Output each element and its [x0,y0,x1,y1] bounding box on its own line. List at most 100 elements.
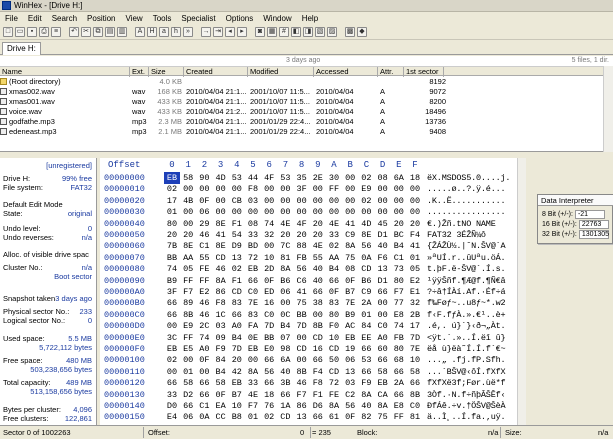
hex-byte[interactable]: 08 [245,218,261,230]
hex-byte[interactable]: CC [213,411,229,423]
hex-byte[interactable]: F8 [245,183,261,195]
hex-byte[interactable]: 00 [294,332,310,344]
hex-byte[interactable]: 58 [180,377,196,389]
hex-byte[interactable]: 00 [294,195,310,207]
hex-byte[interactable]: 00 [326,206,342,218]
hex-byte[interactable]: EB [164,172,180,184]
hex-byte[interactable]: 17 [407,320,423,332]
hex-byte[interactable]: 81 [277,252,293,264]
hex-byte[interactable]: 32 [261,229,277,241]
hex-byte[interactable]: 01 [358,309,374,321]
hex-byte[interactable]: 02 [326,240,342,252]
hex-byte[interactable]: 53 [229,172,245,184]
col-header-created[interactable]: Created [184,67,248,77]
hex-byte[interactable]: B4 [391,240,407,252]
hex-byte[interactable]: 18 [261,389,277,401]
hex-byte[interactable]: 75 [294,297,310,309]
hex-byte[interactable]: 8E [213,218,229,230]
hex-byte[interactable]: CA [375,389,391,401]
hex-byte[interactable]: E8 [391,309,407,321]
hex-ascii[interactable]: f‰Føƒ~..u8ƒ~*.w2 [427,297,519,309]
hex-byte[interactable]: 66 [375,354,391,366]
hex-byte[interactable]: E9 [358,183,374,195]
hex-byte[interactable]: 00 [391,195,407,207]
hex-byte[interactable]: 08 [375,172,391,184]
hex-byte[interactable]: 72 [245,252,261,264]
hex-byte[interactable]: 40 [358,400,374,412]
hex-byte[interactable]: 00 [277,195,293,207]
hex-byte[interactable]: C0 [375,320,391,332]
hex-byte[interactable]: 58 [375,366,391,378]
hex-byte[interactable]: 00 [180,218,196,230]
hex-byte[interactable]: 6A [277,354,293,366]
hex-byte[interactable]: FF [391,411,407,423]
hex-byte[interactable]: 10 [407,354,423,366]
hex-byte[interactable]: 00 [294,354,310,366]
hex-byte[interactable]: 1C [213,309,229,321]
hex-byte[interactable]: 0F [342,275,358,287]
hex-byte[interactable]: 01 [180,366,196,378]
hex-byte[interactable]: BB [294,309,310,321]
hex-byte[interactable]: 08 [342,263,358,275]
hex-byte[interactable]: FF [180,275,196,287]
hex-byte[interactable]: 66 [375,286,391,298]
hex-byte[interactable]: 20 [310,218,326,230]
hex-byte[interactable]: 00 [407,195,423,207]
menu-tools[interactable]: Tools [148,14,177,23]
hex-byte[interactable]: 0F [342,411,358,423]
hex-byte[interactable]: F6 [375,252,391,264]
hex-byte[interactable]: 01 [164,206,180,218]
hex-byte[interactable]: 66 [391,366,407,378]
hex-byte[interactable]: A0 [375,332,391,344]
hex-ascii[interactable]: ...„ .fj.fP.Sfh. [427,354,519,366]
hex-ascii[interactable]: <ÿt.´.»..Í.ëî û} [427,332,519,344]
hex-byte[interactable]: 4D [213,172,229,184]
hex-byte[interactable]: F1 [229,218,245,230]
hex-byte[interactable]: C9 [358,286,374,298]
hex-byte[interactable]: 02 [358,195,374,207]
hex-byte[interactable]: 00 [375,183,391,195]
hex-byte[interactable]: F9 [358,377,374,389]
hex-byte[interactable]: 18 [407,172,423,184]
hex-byte[interactable]: CD [294,343,310,355]
hex-byte[interactable]: 72 [326,377,342,389]
hex-byte[interactable]: E5 [180,343,196,355]
hex-byte[interactable]: 4E [245,389,261,401]
hex-byte[interactable]: B9 [342,309,358,321]
hex-byte[interactable]: BD [245,240,261,252]
hex-row[interactable]: 00000000 EB 58 90 4D 53 44 4F 53 35 2E 30 00 02 08 6A 18… [100,172,518,184]
hex-byte[interactable]: 0C [277,309,293,321]
hex-byte[interactable]: 66 [180,400,196,412]
hex-byte[interactable]: 66 [245,275,261,287]
hex-byte[interactable]: 4F [261,172,277,184]
file-list-scrollbar[interactable] [603,66,613,152]
hex-byte[interactable]: A0 [196,343,212,355]
hex-row[interactable]: 00000040 80 00 29 8E F1 08 74 4E 4F 20 4E 41 4D 45 20 20… [100,218,518,230]
hex-byte[interactable]: 16 [310,343,326,355]
hex-row[interactable]: 000000B0 66 89 46 F8 83 7E 16 00 75 38 83 7E 2A 00 77 32… [100,297,518,309]
hex-byte[interactable]: B8 [229,411,245,423]
hex-byte[interactable]: 01 [245,411,261,423]
hex-byte[interactable]: 38 [310,297,326,309]
hex-byte[interactable]: 7D [261,320,277,332]
hex-byte[interactable]: 00 [261,183,277,195]
new-icon[interactable]: □ [3,27,13,37]
copy-icon[interactable]: ⧉ [93,27,103,37]
hex-row[interactable]: 000000D0 00 E9 2C 03 A0 FA 7D B4 7D 8B F0 AC 84 C0 74 17… [100,320,518,332]
ram-editor-icon[interactable]: ▦ [267,27,277,37]
hex-byte[interactable]: 4F [294,218,310,230]
hex-byte[interactable]: 66 [358,343,374,355]
hex-byte[interactable]: 68 [391,354,407,366]
hex-byte[interactable]: 74 [196,332,212,344]
hex-byte[interactable]: 41 [342,218,358,230]
hex-byte[interactable]: 66 [164,377,180,389]
menu-search[interactable]: Search [47,14,82,23]
hex-byte[interactable]: 00 [180,183,196,195]
hex-byte[interactable]: FF [180,332,196,344]
hex-byte[interactable]: 00 [261,240,277,252]
hex-byte[interactable]: 6A [391,172,407,184]
hex-byte[interactable]: 00 [342,183,358,195]
hex-byte[interactable]: 01 [407,252,423,264]
hex-byte[interactable]: F1 [229,275,245,287]
tab-drive-h[interactable]: Drive H: [2,42,41,55]
